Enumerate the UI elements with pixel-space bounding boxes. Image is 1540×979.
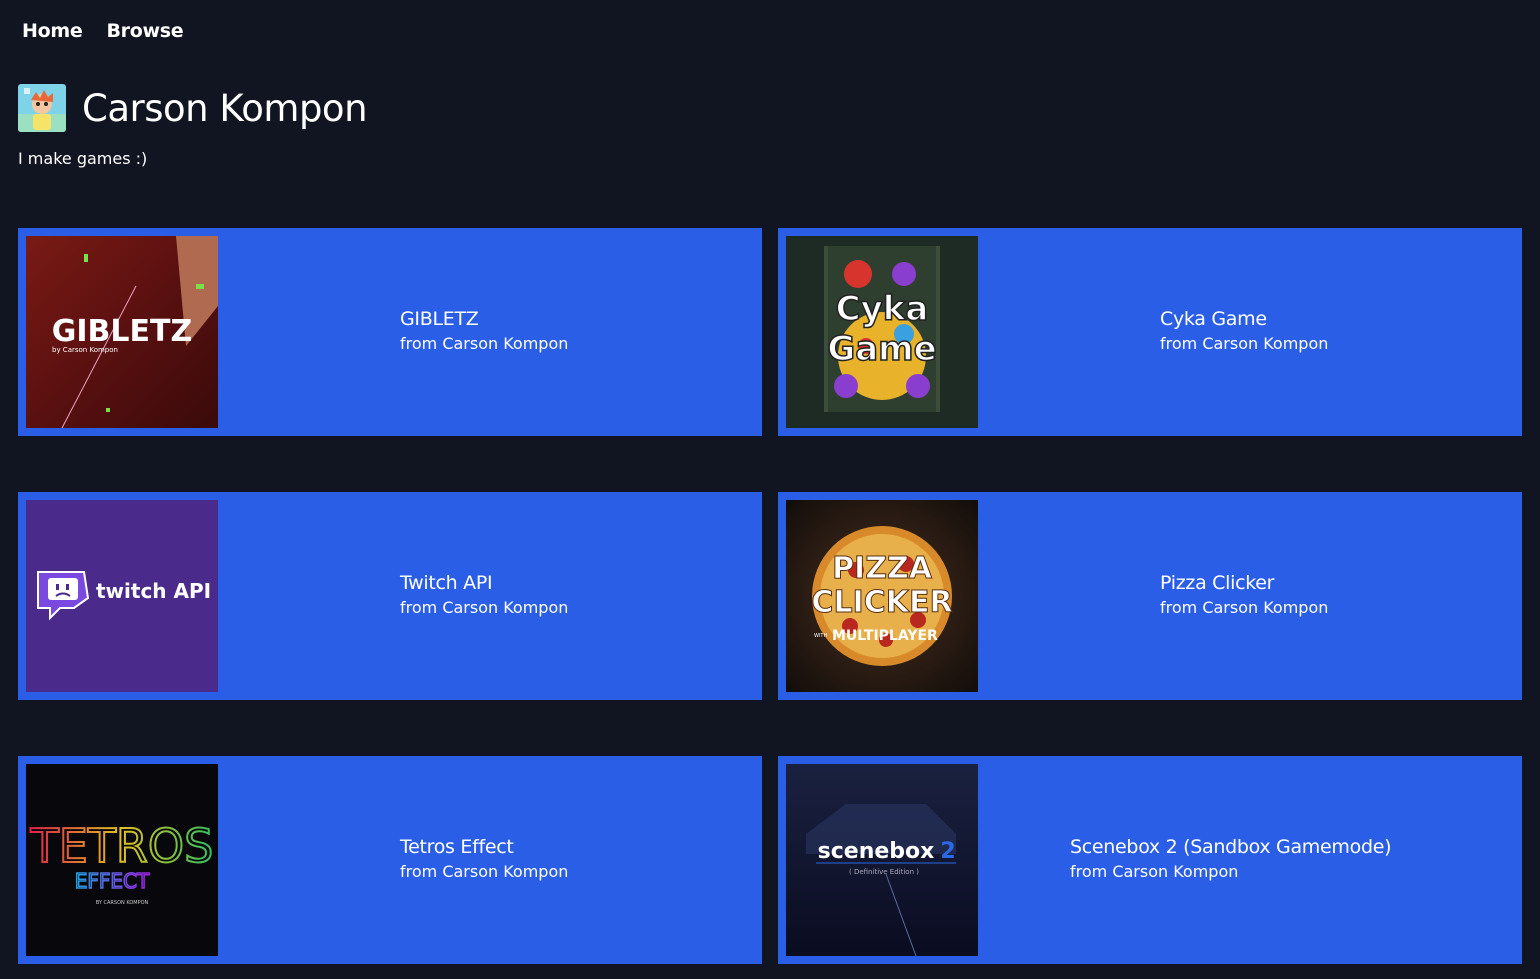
profile-header: Carson Kompon [18, 84, 368, 132]
profile-name: Carson Kompon [82, 86, 368, 130]
game-title[interactable]: Twitch API [400, 572, 568, 594]
nav-browse-link[interactable]: Browse [106, 20, 183, 42]
game-title[interactable]: Pizza Clicker [1160, 572, 1328, 594]
pizza-logo-text: PIZZA [832, 551, 933, 586]
game-author: from Carson Kompon [1160, 598, 1329, 617]
scenebox-logo-subtitle: ( Definitive Edition ) [849, 868, 919, 876]
game-author: from Carson Kompon [400, 862, 569, 881]
pizza-logo-text2: CLICKER [811, 585, 952, 620]
game-thumbnail[interactable]: twitch API [26, 500, 218, 692]
game-title[interactable]: Tetros Effect [400, 836, 568, 858]
game-thumbnail[interactable]: TETROS EFFECT BY CARSON KOMPON [26, 764, 218, 956]
game-card[interactable]: twitch API Twitch API from Carson Kompon [18, 492, 762, 700]
scenebox-logo-number: 2 [940, 839, 955, 864]
gibletz-logo-text: GIBLETZ [52, 314, 192, 349]
tetros-logo-subtitle: BY CARSON KOMPON [96, 900, 149, 906]
game-card[interactable]: GIBLETZ by Carson Kompon GIBLETZ from Ca… [18, 228, 762, 436]
scenebox-logo-text: scenebox [818, 839, 935, 864]
game-card[interactable]: PIZZA CLICKER WITH MULTIPLAYER Pizza Cli… [778, 492, 1522, 700]
game-card[interactable]: TETROS EFFECT BY CARSON KOMPON Tetros Ef… [18, 756, 762, 964]
cyka-logo-text2: Game [827, 329, 936, 369]
game-title[interactable]: Cyka Game [1160, 308, 1328, 330]
game-title[interactable]: Scenebox 2 (Sandbox Gamemode) [1070, 836, 1392, 858]
game-card[interactable]: Cyka Game Cyka Game from Carson Kompon [778, 228, 1522, 436]
game-thumbnail[interactable]: GIBLETZ by Carson Kompon [26, 236, 218, 428]
game-author: from Carson Kompon [400, 334, 569, 353]
gibletz-logo-subtitle: by Carson Kompon [52, 346, 118, 354]
profile-bio: I make games :) [18, 149, 148, 168]
tetros-logo-text: TETROS [30, 819, 214, 873]
game-thumbnail[interactable]: scenebox 2 ( Definitive Edition ) [786, 764, 978, 956]
pizza-logo-subtitle: MULTIPLAYER [832, 628, 938, 644]
game-author: from Carson Kompon [1160, 334, 1329, 353]
game-author: from Carson Kompon [1070, 862, 1239, 881]
cyka-logo-text: Cyka [836, 289, 929, 329]
game-title[interactable]: GIBLETZ [400, 308, 568, 330]
game-card[interactable]: scenebox 2 ( Definitive Edition ) Sceneb… [778, 756, 1522, 964]
game-thumbnail[interactable]: Cyka Game [786, 236, 978, 428]
tetros-logo-text2: EFFECT [75, 869, 150, 893]
game-author: from Carson Kompon [400, 598, 569, 617]
game-thumbnail[interactable]: PIZZA CLICKER WITH MULTIPLAYER [786, 500, 978, 692]
twitch-logo-text: twitch API [96, 579, 211, 603]
nav-home-link[interactable]: Home [22, 20, 83, 42]
avatar [18, 84, 66, 132]
top-nav: Home Browse [22, 20, 184, 42]
pizza-logo-with: WITH [814, 633, 827, 639]
